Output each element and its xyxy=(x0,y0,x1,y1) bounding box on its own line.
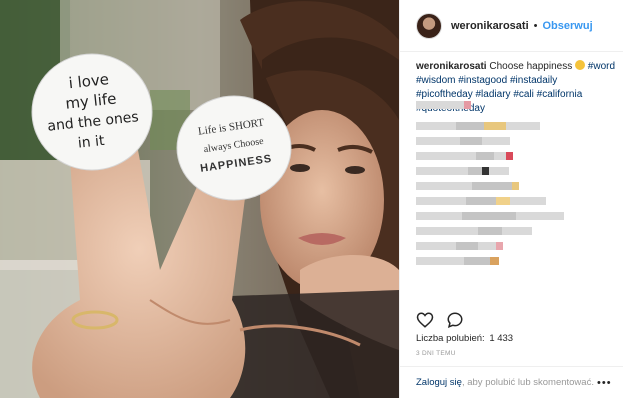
likes-label: Liczba polubień: xyxy=(416,333,485,344)
hashtag[interactable]: #instagood xyxy=(458,75,507,86)
hashtag[interactable]: #ladiary xyxy=(476,89,511,100)
login-text: , aby polubić lub skomentować. xyxy=(461,377,594,388)
hashtag[interactable]: #instadaily xyxy=(510,75,557,86)
blurred-comment xyxy=(416,226,532,235)
blurred-comment xyxy=(416,121,540,130)
likes-count[interactable]: Liczba polubień: 1 433 xyxy=(416,333,513,344)
comment-icon[interactable] xyxy=(446,311,464,329)
photo-illustration: i love my life and the ones in it Life i… xyxy=(0,0,399,398)
avatar[interactable] xyxy=(416,12,442,39)
hashtag[interactable]: #picoftheday xyxy=(416,89,473,100)
post-header: weronikarosati • Obserwuj xyxy=(400,0,623,52)
header-separator: • xyxy=(533,19,538,32)
blurred-comment xyxy=(416,241,503,250)
post-date: 3 DNI TEMU xyxy=(416,350,456,357)
post-photo[interactable]: i love my life and the ones in it Life i… xyxy=(0,0,399,398)
heart-icon[interactable] xyxy=(416,311,434,329)
blurred-comment xyxy=(416,166,509,175)
header-username[interactable]: weronikarosati xyxy=(451,20,529,32)
blurred-comment xyxy=(416,136,510,145)
post-sidebar: weronikarosati • Obserwuj weronikarosati… xyxy=(399,0,623,398)
post-actions xyxy=(416,311,464,329)
follow-button[interactable]: Obserwuj xyxy=(543,20,593,32)
caption-username[interactable]: weronikarosati xyxy=(416,61,487,72)
login-prompt: Zaloguj się, aby polubić lub skomentować… xyxy=(416,377,594,388)
smiling-face-icon xyxy=(575,60,585,70)
hashtag[interactable]: #word xyxy=(588,61,615,72)
divider xyxy=(400,366,623,367)
blurred-comment xyxy=(416,211,564,220)
blurred-comment xyxy=(416,256,499,265)
login-link[interactable]: Zaloguj się xyxy=(416,377,462,388)
hashtag[interactable]: #wisdom xyxy=(416,75,455,86)
sticker-left-line4: in it xyxy=(77,133,106,152)
blurred-comment xyxy=(416,151,513,160)
sticker-right: Life is SHORT always Choose HAPPINESS xyxy=(176,95,292,201)
blurred-comment xyxy=(416,181,519,190)
blurred-comment xyxy=(416,196,546,205)
more-options-icon[interactable]: ••• xyxy=(597,377,612,389)
caption-text: Choose happiness xyxy=(489,61,573,72)
hashtag[interactable]: #cali xyxy=(513,89,534,100)
likes-number: 1 433 xyxy=(489,333,514,344)
blurred-comment xyxy=(416,100,471,109)
sticker-left: i love my life and the ones in it xyxy=(31,53,153,171)
hashtag[interactable]: #california xyxy=(537,89,583,100)
